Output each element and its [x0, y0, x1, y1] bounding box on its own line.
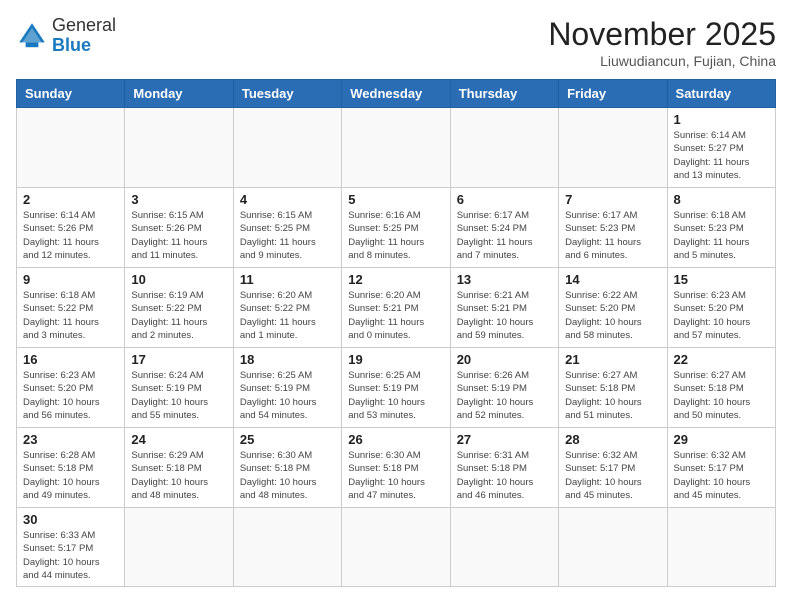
day-20: 20 Sunrise: 6:26 AMSunset: 5:19 PMDaylig… — [450, 348, 558, 428]
empty-cell — [559, 108, 667, 188]
day-8: 8 Sunrise: 6:18 AMSunset: 5:23 PMDayligh… — [667, 188, 775, 268]
day-21: 21 Sunrise: 6:27 AMSunset: 5:18 PMDaylig… — [559, 348, 667, 428]
day-3: 3 Sunrise: 6:15 AMSunset: 5:26 PMDayligh… — [125, 188, 233, 268]
day-15: 15 Sunrise: 6:23 AMSunset: 5:20 PMDaylig… — [667, 268, 775, 348]
day-29: 29 Sunrise: 6:32 AMSunset: 5:17 PMDaylig… — [667, 428, 775, 508]
empty-cell — [559, 508, 667, 587]
day-28: 28 Sunrise: 6:32 AMSunset: 5:17 PMDaylig… — [559, 428, 667, 508]
empty-cell — [667, 508, 775, 587]
day-1: 1 Sunrise: 6:14 AMSunset: 5:27 PMDayligh… — [667, 108, 775, 188]
empty-cell — [342, 508, 450, 587]
day-17: 17 Sunrise: 6:24 AMSunset: 5:19 PMDaylig… — [125, 348, 233, 428]
header-tuesday: Tuesday — [233, 80, 341, 108]
title-area: November 2025 Liuwudiancun, Fujian, Chin… — [548, 16, 776, 69]
day-4: 4 Sunrise: 6:15 AMSunset: 5:25 PMDayligh… — [233, 188, 341, 268]
empty-cell — [450, 108, 558, 188]
day-27: 27 Sunrise: 6:31 AMSunset: 5:18 PMDaylig… — [450, 428, 558, 508]
month-title: November 2025 — [548, 16, 776, 53]
empty-cell — [125, 508, 233, 587]
empty-cell — [233, 508, 341, 587]
day-14: 14 Sunrise: 6:22 AMSunset: 5:20 PMDaylig… — [559, 268, 667, 348]
week-row-3: 9 Sunrise: 6:18 AMSunset: 5:22 PMDayligh… — [17, 268, 776, 348]
empty-cell — [17, 108, 125, 188]
day-10: 10 Sunrise: 6:19 AMSunset: 5:22 PMDaylig… — [125, 268, 233, 348]
weekday-header-row: Sunday Monday Tuesday Wednesday Thursday… — [17, 80, 776, 108]
week-row-2: 2 Sunrise: 6:14 AMSunset: 5:26 PMDayligh… — [17, 188, 776, 268]
day-30: 30 Sunrise: 6:33 AMSunset: 5:17 PMDaylig… — [17, 508, 125, 587]
week-row-4: 16 Sunrise: 6:23 AMSunset: 5:20 PMDaylig… — [17, 348, 776, 428]
day-9: 9 Sunrise: 6:18 AMSunset: 5:22 PMDayligh… — [17, 268, 125, 348]
day-19: 19 Sunrise: 6:25 AMSunset: 5:19 PMDaylig… — [342, 348, 450, 428]
day-25: 25 Sunrise: 6:30 AMSunset: 5:18 PMDaylig… — [233, 428, 341, 508]
header-thursday: Thursday — [450, 80, 558, 108]
location: Liuwudiancun, Fujian, China — [548, 53, 776, 69]
day-11: 11 Sunrise: 6:20 AMSunset: 5:22 PMDaylig… — [233, 268, 341, 348]
header-wednesday: Wednesday — [342, 80, 450, 108]
day-5: 5 Sunrise: 6:16 AMSunset: 5:25 PMDayligh… — [342, 188, 450, 268]
empty-cell — [342, 108, 450, 188]
calendar-table: Sunday Monday Tuesday Wednesday Thursday… — [16, 79, 776, 587]
logo: General Blue — [16, 16, 116, 56]
week-row-6: 30 Sunrise: 6:33 AMSunset: 5:17 PMDaylig… — [17, 508, 776, 587]
day-16: 16 Sunrise: 6:23 AMSunset: 5:20 PMDaylig… — [17, 348, 125, 428]
week-row-5: 23 Sunrise: 6:28 AMSunset: 5:18 PMDaylig… — [17, 428, 776, 508]
day-24: 24 Sunrise: 6:29 AMSunset: 5:18 PMDaylig… — [125, 428, 233, 508]
week-row-1: 1 Sunrise: 6:14 AMSunset: 5:27 PMDayligh… — [17, 108, 776, 188]
day-26: 26 Sunrise: 6:30 AMSunset: 5:18 PMDaylig… — [342, 428, 450, 508]
page-header: General Blue November 2025 Liuwudiancun,… — [16, 16, 776, 69]
header-saturday: Saturday — [667, 80, 775, 108]
day-13: 13 Sunrise: 6:21 AMSunset: 5:21 PMDaylig… — [450, 268, 558, 348]
logo-text: General Blue — [52, 16, 116, 56]
logo-icon — [16, 20, 48, 52]
day-6: 6 Sunrise: 6:17 AMSunset: 5:24 PMDayligh… — [450, 188, 558, 268]
day-22: 22 Sunrise: 6:27 AMSunset: 5:18 PMDaylig… — [667, 348, 775, 428]
empty-cell — [125, 108, 233, 188]
header-sunday: Sunday — [17, 80, 125, 108]
day-18: 18 Sunrise: 6:25 AMSunset: 5:19 PMDaylig… — [233, 348, 341, 428]
day-2: 2 Sunrise: 6:14 AMSunset: 5:26 PMDayligh… — [17, 188, 125, 268]
day-7: 7 Sunrise: 6:17 AMSunset: 5:23 PMDayligh… — [559, 188, 667, 268]
empty-cell — [450, 508, 558, 587]
day-12: 12 Sunrise: 6:20 AMSunset: 5:21 PMDaylig… — [342, 268, 450, 348]
empty-cell — [233, 108, 341, 188]
header-friday: Friday — [559, 80, 667, 108]
day-23: 23 Sunrise: 6:28 AMSunset: 5:18 PMDaylig… — [17, 428, 125, 508]
header-monday: Monday — [125, 80, 233, 108]
